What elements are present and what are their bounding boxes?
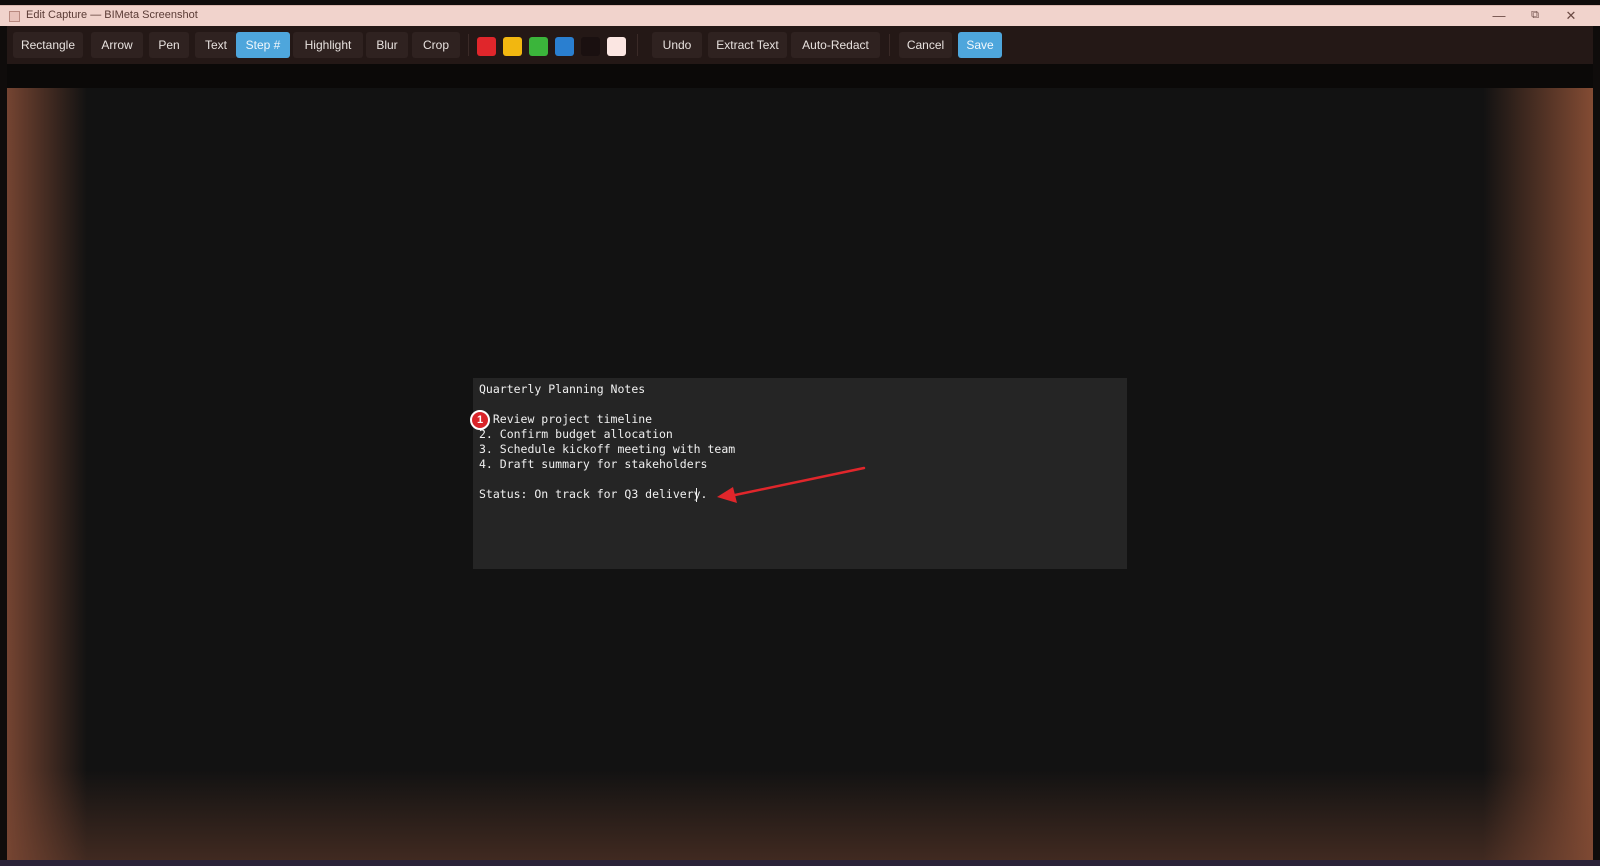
arrow-annotation[interactable] bbox=[733, 466, 866, 497]
arrow-head bbox=[717, 487, 737, 503]
editor-window: Edit Capture — BIMeta Screenshot — ⧉ ✕ R… bbox=[0, 0, 1600, 866]
taskbar-strip bbox=[0, 860, 1600, 866]
arrow-annotation-layer bbox=[717, 466, 866, 503]
